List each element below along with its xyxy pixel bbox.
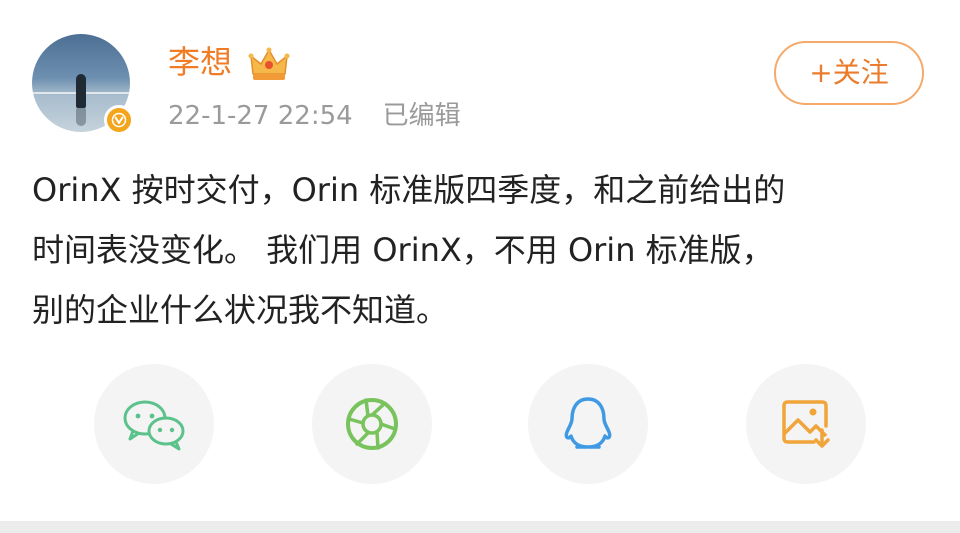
wechat-icon bbox=[123, 400, 185, 451]
crown-badge-icon bbox=[248, 47, 290, 80]
share-save-image-button[interactable] bbox=[746, 364, 866, 484]
verified-v-icon bbox=[104, 105, 134, 135]
content-line: 别的企业什么状况我不知道。 bbox=[32, 291, 449, 329]
qq-icon bbox=[564, 397, 612, 449]
post-meta: 22-1-27 22:54 已编辑 bbox=[168, 98, 461, 134]
username[interactable]: 李想 bbox=[168, 42, 232, 82]
content-line: 时间表没变化。 我们用 OrinX，不用 Orin 标准版， bbox=[32, 231, 774, 269]
moments-icon bbox=[346, 398, 398, 450]
share-moments-button[interactable] bbox=[312, 364, 432, 484]
timestamp: 22-1-27 22:54 bbox=[168, 101, 353, 131]
save-image-icon bbox=[782, 400, 830, 448]
edited-label[interactable]: 已编辑 bbox=[383, 101, 461, 131]
post-content: OrinX 按时交付，Orin 标准版四季度，和之前给出的 时间表没变化。 我们… bbox=[32, 160, 932, 340]
follow-button[interactable]: +关注 bbox=[774, 41, 924, 105]
avatar-person bbox=[76, 74, 86, 108]
share-wechat-button[interactable] bbox=[94, 364, 214, 484]
avatar-reflection bbox=[76, 108, 86, 126]
share-qq-button[interactable] bbox=[528, 364, 648, 484]
bottom-divider bbox=[0, 521, 960, 533]
content-line: OrinX 按时交付，Orin 标准版四季度，和之前给出的 bbox=[32, 171, 786, 209]
